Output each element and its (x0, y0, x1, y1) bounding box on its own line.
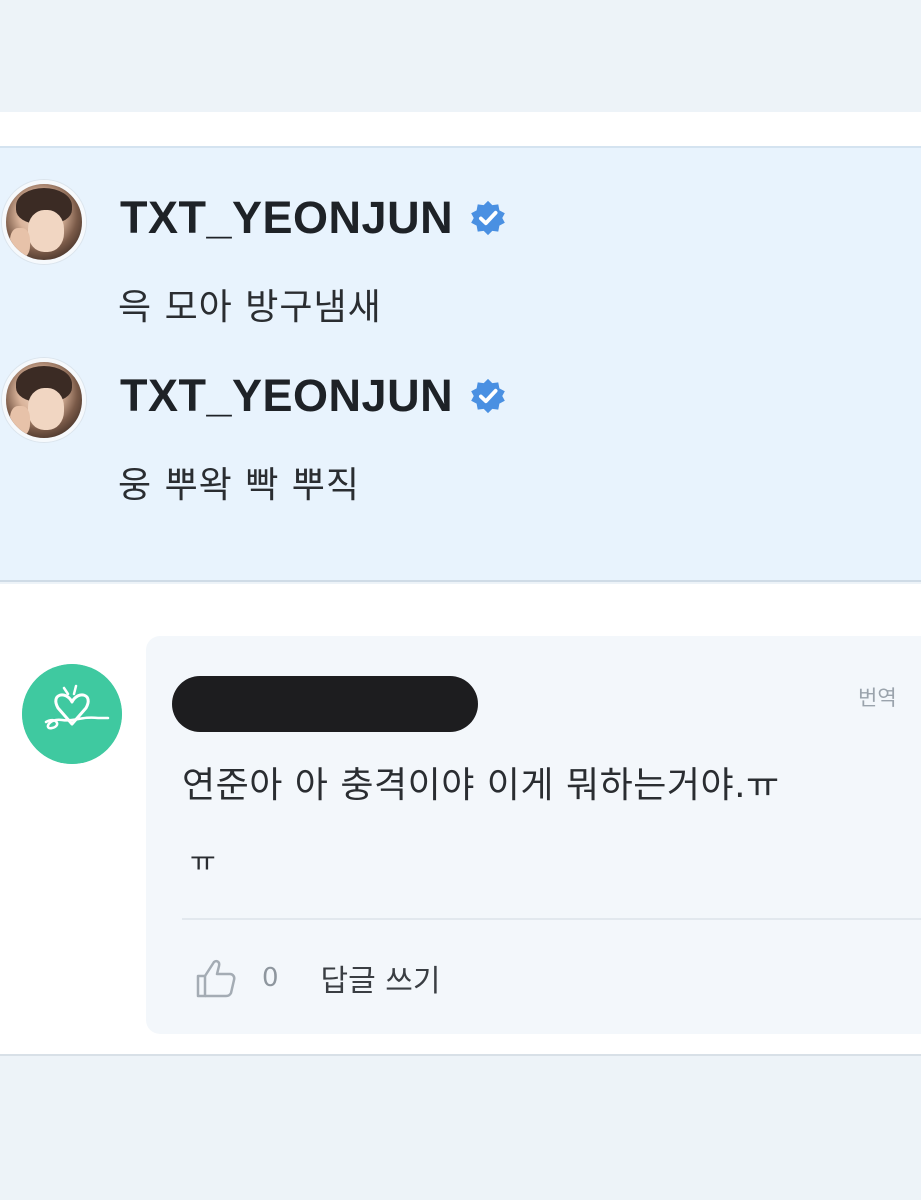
comment-actions: 0 답글 쓰기 (192, 954, 440, 1002)
artist-username[interactable]: TXT_YEONJUN (120, 370, 453, 422)
translate-button[interactable]: 번역 (858, 682, 897, 712)
like-count: 0 (262, 963, 279, 993)
comment-text: 연준아 아 충격이야 이게 뭐하는거야.ㅠ (182, 765, 780, 806)
verified-badge-icon (471, 200, 505, 236)
top-band (0, 0, 921, 112)
page: TXT_YEONJUN 윽 모아 방구냄새 TXT_YEONJUN 웅 뿌왁 빡… (0, 0, 921, 1200)
verified-badge-icon (471, 378, 505, 414)
artist-avatar[interactable] (2, 358, 86, 442)
comment-section: 번역 연준아 아 충격이야 이게 뭐하는거야.ㅠ ㅠ 0 답글 쓰기 (0, 636, 921, 1056)
comment-card: 번역 연준아 아 충격이야 이게 뭐하는거야.ㅠ ㅠ 0 답글 쓰기 (146, 636, 921, 1034)
commenter-avatar[interactable] (22, 664, 122, 764)
post-header: TXT_YEONJUN (120, 192, 507, 244)
bottom-band (0, 1056, 921, 1200)
post-header: TXT_YEONJUN (120, 370, 507, 422)
post-text: 웅 뿌왁 빡 뿌직 (118, 465, 361, 506)
separator-strip (0, 112, 921, 148)
redacted-username (172, 676, 478, 732)
gap-band (0, 584, 921, 636)
reply-button[interactable]: 답글 쓰기 (321, 956, 441, 1000)
artist-avatar[interactable] (2, 180, 86, 264)
comment-text-continued: ㅠ (190, 845, 216, 878)
comment-divider (182, 918, 921, 920)
artist-posts-panel: TXT_YEONJUN 윽 모아 방구냄새 TXT_YEONJUN 웅 뿌왁 빡… (0, 146, 921, 582)
artist-username[interactable]: TXT_YEONJUN (120, 192, 453, 244)
post-text: 윽 모아 방구냄새 (118, 287, 382, 328)
thumbs-up-icon[interactable] (192, 954, 240, 1002)
